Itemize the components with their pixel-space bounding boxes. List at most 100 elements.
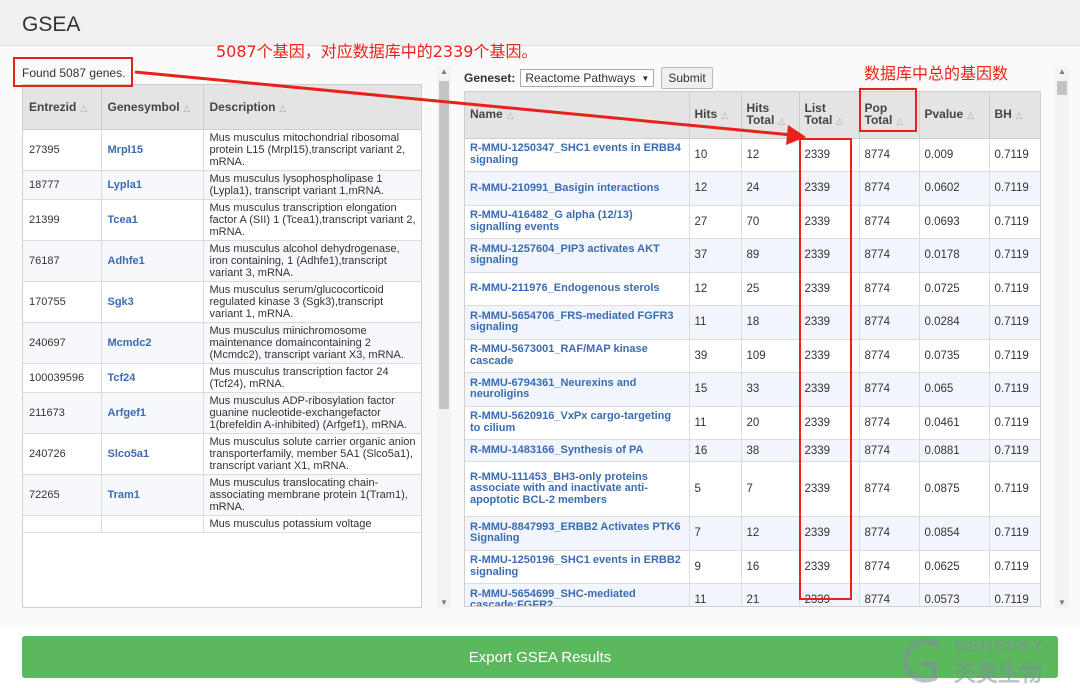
scroll-thumb[interactable] xyxy=(1057,81,1067,95)
col-header-description[interactable]: Description △ xyxy=(203,85,421,130)
table-row[interactable]: R-MMU-5620916_VxPx cargo-targeting to ci… xyxy=(465,406,1040,440)
col-header-entrezid[interactable]: Entrezid △ xyxy=(23,85,102,130)
pvalue-cell: 0.0725 xyxy=(919,272,990,306)
scroll-thumb[interactable] xyxy=(439,81,449,409)
pathway-name-link[interactable]: R-MMU-1483166_Synthesis of PA xyxy=(465,439,690,462)
scroll-up-icon[interactable]: ▲ xyxy=(437,67,451,76)
scroll-up-icon[interactable]: ▲ xyxy=(1055,67,1069,76)
table-row[interactable]: R-MMU-8847993_ERBB2 Activates PTK6 Signa… xyxy=(465,516,1040,551)
hits-total-cell: 20 xyxy=(741,406,800,440)
gene-table: Entrezid △ Genesymbol △ Description △ 27395… xyxy=(23,85,421,533)
sort-icon[interactable]: △ xyxy=(778,116,785,126)
genesymbol-link[interactable]: Sgk3 xyxy=(101,281,204,323)
table-row[interactable]: R-MMU-5673001_RAF/MAP kinase cascade 39 10… xyxy=(465,339,1040,373)
genesymbol-link[interactable]: Tcea1 xyxy=(101,199,204,241)
table-row[interactable]: R-MMU-1257604_PIP3 activates AKT signali… xyxy=(465,238,1040,273)
geneset-select[interactable]: Reactome Pathways ▼ xyxy=(520,69,655,87)
pathway-table-scrollbar[interactable]: ▲ ▼ xyxy=(1055,66,1069,608)
table-row[interactable]: 72265 Tram1 Mus musculus translocating cha… xyxy=(23,474,421,516)
submit-button[interactable]: Submit xyxy=(661,67,713,89)
pathway-name-link[interactable]: R-MMU-1257604_PIP3 activates AKT signali… xyxy=(465,238,690,273)
col-header-list-total[interactable]: List Total △ xyxy=(799,92,860,139)
sort-icon[interactable]: △ xyxy=(184,103,191,113)
pop-total-cell: 8774 xyxy=(859,461,920,517)
bh-cell: 0.7119 xyxy=(989,516,1040,551)
sort-icon[interactable]: △ xyxy=(80,103,87,113)
col-header-hits-total[interactable]: Hits Total △ xyxy=(741,92,800,139)
table-row[interactable]: R-MMU-1483166_Synthesis of PA 16 38 2339 877… xyxy=(465,439,1040,462)
table-row[interactable]: R-MMU-416482_G alpha (12/13) signalling … xyxy=(465,205,1040,239)
table-row[interactable]: 27395 Mrpl15 Mus musculus mitochondrial ri… xyxy=(23,129,421,171)
sort-icon[interactable]: △ xyxy=(1016,110,1023,120)
gene-table-container[interactable]: Entrezid △ Genesymbol △ Description △ 27395… xyxy=(22,84,422,608)
genesymbol-link[interactable]: Arfgef1 xyxy=(101,392,204,434)
geneset-label: Geneset: xyxy=(464,71,516,85)
pathway-name-link[interactable]: R-MMU-416482_G alpha (12/13) signalling … xyxy=(465,205,690,239)
scroll-down-icon[interactable]: ▼ xyxy=(1055,598,1069,607)
col-header-bh[interactable]: BH △ xyxy=(989,92,1040,139)
table-row[interactable]: 21399 Tcea1 Mus musculus transcription elo… xyxy=(23,199,421,241)
sort-icon[interactable]: △ xyxy=(721,110,728,120)
genesymbol-link[interactable] xyxy=(101,515,204,533)
table-row[interactable]: R-MMU-1250196_SHC1 events in ERBB2 signa… xyxy=(465,550,1040,584)
table-row[interactable]: R-MMU-111453_BH3-only proteins associate… xyxy=(465,461,1040,517)
col-header-name[interactable]: Name △ xyxy=(465,92,690,139)
genesymbol-link[interactable]: Mcmdc2 xyxy=(101,322,204,364)
table-row[interactable]: R-MMU-5654706_FRS-mediated FGFR3 signali… xyxy=(465,305,1040,340)
pop-total-cell: 8774 xyxy=(859,439,920,462)
bh-cell: 0.7119 xyxy=(989,583,1040,606)
genesymbol-link[interactable]: Tram1 xyxy=(101,474,204,516)
entrezid-cell: 21399 xyxy=(23,199,102,241)
col-header-pvalue[interactable]: Pvalue △ xyxy=(919,92,990,139)
table-row[interactable]: R-MMU-1250347_SHC1 events in ERBB4 signa… xyxy=(465,138,1040,172)
genesymbol-link[interactable]: Lypla1 xyxy=(101,170,204,200)
table-row[interactable]: Mus musculus potassium voltage xyxy=(23,515,421,533)
table-row[interactable]: 240726 Slco5a1 Mus musculus solute carrier… xyxy=(23,433,421,475)
pathway-name-link[interactable]: R-MMU-8847993_ERBB2 Activates PTK6 Signa… xyxy=(465,516,690,551)
table-row[interactable]: R-MMU-211976_Endogenous sterols 12 25 2339 8… xyxy=(465,272,1040,306)
pathway-name-link[interactable]: R-MMU-5673001_RAF/MAP kinase cascade xyxy=(465,339,690,373)
col-header-genesymbol[interactable]: Genesymbol △ xyxy=(101,85,204,130)
description-cell: Mus musculus lysophospholipase 1 (Lypla1… xyxy=(203,170,421,200)
description-cell: Mus musculus ADP-ribosylation factor gua… xyxy=(203,392,421,434)
genesymbol-link[interactable]: Tcf24 xyxy=(101,363,204,393)
geneset-controls: Geneset: Reactome Pathways ▼ Submit xyxy=(464,67,713,89)
pathway-table-container[interactable]: Name △ Hits △ Hits Total △ List Total △ Pop … xyxy=(464,91,1041,607)
sort-icon[interactable]: △ xyxy=(507,110,514,120)
pathway-name-link[interactable]: R-MMU-5654706_FRS-mediated FGFR3 signali… xyxy=(465,305,690,340)
table-row[interactable]: 100039596 Tcf24 Mus musculus transcription… xyxy=(23,363,421,393)
pathway-name-link[interactable]: R-MMU-1250347_SHC1 events in ERBB4 signa… xyxy=(465,138,690,172)
hits-total-cell: 38 xyxy=(741,439,800,462)
sort-icon[interactable]: △ xyxy=(280,103,287,113)
pathway-name-link[interactable]: R-MMU-5620916_VxPx cargo-targeting to ci… xyxy=(465,406,690,440)
col-header-hits[interactable]: Hits △ xyxy=(689,92,742,139)
table-row[interactable]: 240697 Mcmdc2 Mus musculus minichromosome … xyxy=(23,322,421,364)
scroll-down-icon[interactable]: ▼ xyxy=(437,598,451,607)
table-row[interactable]: 76187 Adhfe1 Mus musculus alcohol dehydrog… xyxy=(23,240,421,282)
pathway-name-link[interactable]: R-MMU-210991_Basigin interactions xyxy=(465,171,690,206)
table-row[interactable]: R-MMU-6794361_Neurexins and neuroligins 1… xyxy=(465,372,1040,407)
genesymbol-link[interactable]: Slco5a1 xyxy=(101,433,204,475)
pathway-name-link[interactable]: R-MMU-1250196_SHC1 events in ERBB2 signa… xyxy=(465,550,690,584)
hits-total-cell: 33 xyxy=(741,372,800,407)
genesymbol-link[interactable]: Adhfe1 xyxy=(101,240,204,282)
bh-cell: 0.7119 xyxy=(989,138,1040,172)
pathway-name-link[interactable]: R-MMU-211976_Endogenous sterols xyxy=(465,272,690,306)
table-row[interactable]: R-MMU-5654699_SHC-mediated cascade:FGFR2… xyxy=(465,583,1040,606)
pathway-name-link[interactable]: R-MMU-6794361_Neurexins and neuroligins xyxy=(465,372,690,407)
pop-total-cell: 8774 xyxy=(859,171,920,206)
sort-icon[interactable]: △ xyxy=(836,116,843,126)
hits-total-cell: 21 xyxy=(741,583,800,606)
gene-table-scrollbar[interactable]: ▲ ▼ xyxy=(437,66,451,608)
sort-icon[interactable]: △ xyxy=(967,110,974,120)
table-row[interactable]: 170755 Sgk3 Mus musculus serum/glucocortic… xyxy=(23,281,421,323)
pvalue-cell: 0.0573 xyxy=(919,583,990,606)
pathway-name-link[interactable]: R-MMU-111453_BH3-only proteins associate… xyxy=(465,461,690,517)
pathway-name-link[interactable]: R-MMU-5654699_SHC-mediated cascade:FGFR2 xyxy=(465,583,690,606)
genesymbol-link[interactable]: Mrpl15 xyxy=(101,129,204,171)
table-row[interactable]: 18777 Lypla1 Mus musculus lysophospholipas… xyxy=(23,170,421,200)
description-cell: Mus musculus minichromosome maintenance … xyxy=(203,322,421,364)
table-row[interactable]: R-MMU-210991_Basigin interactions 12 24 233… xyxy=(465,171,1040,206)
table-row[interactable]: 211673 Arfgef1 Mus musculus ADP-ribosylati… xyxy=(23,392,421,434)
pop-total-cell: 8774 xyxy=(859,550,920,584)
